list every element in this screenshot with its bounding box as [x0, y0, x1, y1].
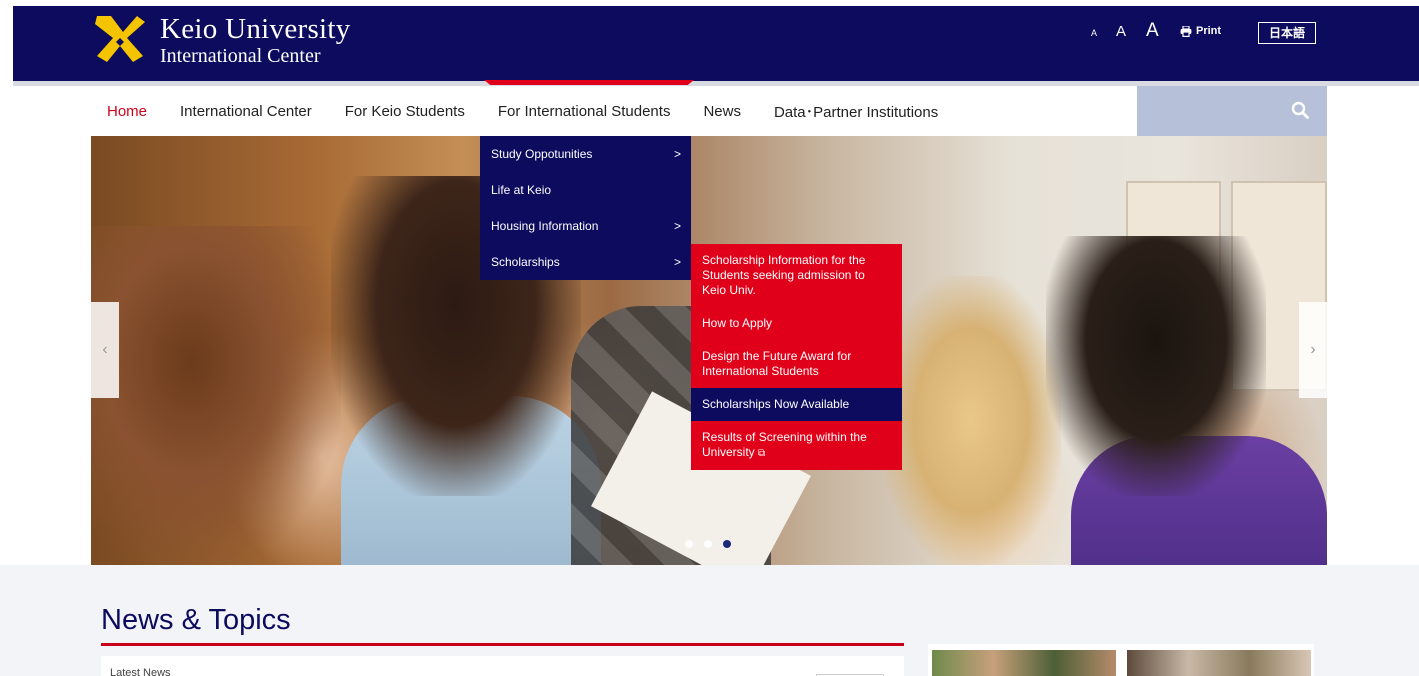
font-size-medium-button[interactable]: A: [1116, 23, 1126, 40]
feature-thumbnail-image[interactable]: [932, 650, 1116, 676]
dropdown-item-label: Life at Keio: [491, 183, 552, 197]
chevron-right-icon: >: [673, 147, 681, 161]
chevron-right-icon: >: [673, 219, 681, 233]
nav-item-for-keio-students[interactable]: For Keio Students: [345, 103, 465, 120]
submenu-item-design-the-future-award[interactable]: Design the Future Award for Internationa…: [691, 340, 902, 388]
print-button[interactable]: Print: [1180, 25, 1221, 37]
keio-pen-logo-icon[interactable]: [93, 12, 147, 64]
printer-icon: [1180, 25, 1192, 37]
chevron-right-icon: >: [673, 255, 681, 269]
hero-photo-person: [91, 226, 341, 565]
site-logo-text[interactable]: Keio University International Center: [160, 13, 351, 68]
slide-dot[interactable]: [685, 540, 693, 548]
main-nav: Home International Center For Keio Stude…: [91, 86, 971, 136]
news-title-underline: [101, 643, 904, 646]
nav-item-data-partner-institutions[interactable]: Data･Partner Institutions: [774, 101, 938, 122]
dropdown-item-label: Housing Information: [491, 219, 599, 233]
submenu-item-how-to-apply[interactable]: How to Apply: [691, 307, 902, 340]
nav-item-home[interactable]: Home: [107, 103, 147, 120]
hero-photo-person: [1046, 236, 1266, 496]
submenu-item-scholarships-now-available[interactable]: Scholarships Now Available: [691, 388, 902, 421]
active-nav-indicator: [484, 80, 694, 85]
site-header: Keio University International Center A A…: [13, 6, 1419, 81]
font-size-large-button[interactable]: A: [1146, 20, 1159, 42]
language-switch-button[interactable]: 日本語: [1258, 22, 1316, 44]
dropdown-item-housing-information[interactable]: Housing Information >: [480, 208, 691, 244]
dropdown-item-study-opportunities[interactable]: Study Oppotunities >: [480, 136, 691, 172]
search-icon: [1291, 101, 1309, 119]
submenu-item-results-of-screening[interactable]: Results of Screening within the Universi…: [691, 421, 902, 470]
logo-subtitle: International Center: [160, 45, 321, 67]
dropdown-item-life-at-keio[interactable]: Life at Keio: [480, 172, 691, 208]
search-button[interactable]: [1137, 86, 1327, 136]
submenu-item-label: Results of Screening within the Universi…: [702, 430, 867, 459]
print-label: Print: [1196, 25, 1222, 37]
scholarships-submenu: Scholarship Information for the Students…: [691, 244, 902, 470]
font-size-small-button[interactable]: A: [1091, 28, 1097, 38]
news-list-panel: [101, 656, 904, 676]
submenu-item-scholarship-information[interactable]: Scholarship Information for the Students…: [691, 244, 902, 307]
slide-prev-button[interactable]: ‹: [91, 302, 119, 398]
external-link-icon: ⧉: [758, 448, 766, 459]
hero-photo-person: [881, 276, 1061, 565]
slide-dot[interactable]: [704, 540, 712, 548]
latest-news-label: Latest News: [110, 667, 171, 676]
nav-item-for-international-students[interactable]: For International Students: [498, 103, 671, 120]
slide-dot-active[interactable]: [723, 540, 731, 548]
page: Keio University International Center A A…: [0, 0, 1419, 676]
dropdown-item-label: Scholarships: [491, 255, 560, 269]
dropdown-item-label: Study Oppotunities: [491, 147, 593, 161]
feature-thumbnail-image[interactable]: [1127, 650, 1311, 676]
slide-next-button[interactable]: ›: [1299, 302, 1327, 398]
nav-item-news[interactable]: News: [703, 103, 741, 120]
international-students-dropdown: Study Oppotunities > Life at Keio Housin…: [480, 136, 691, 280]
logo-title: Keio University: [160, 13, 351, 45]
news-section-title: News & Topics: [101, 604, 291, 636]
slide-indicators: [685, 540, 731, 548]
nav-item-international-center[interactable]: International Center: [180, 103, 312, 120]
dropdown-item-scholarships[interactable]: Scholarships >: [480, 244, 691, 280]
